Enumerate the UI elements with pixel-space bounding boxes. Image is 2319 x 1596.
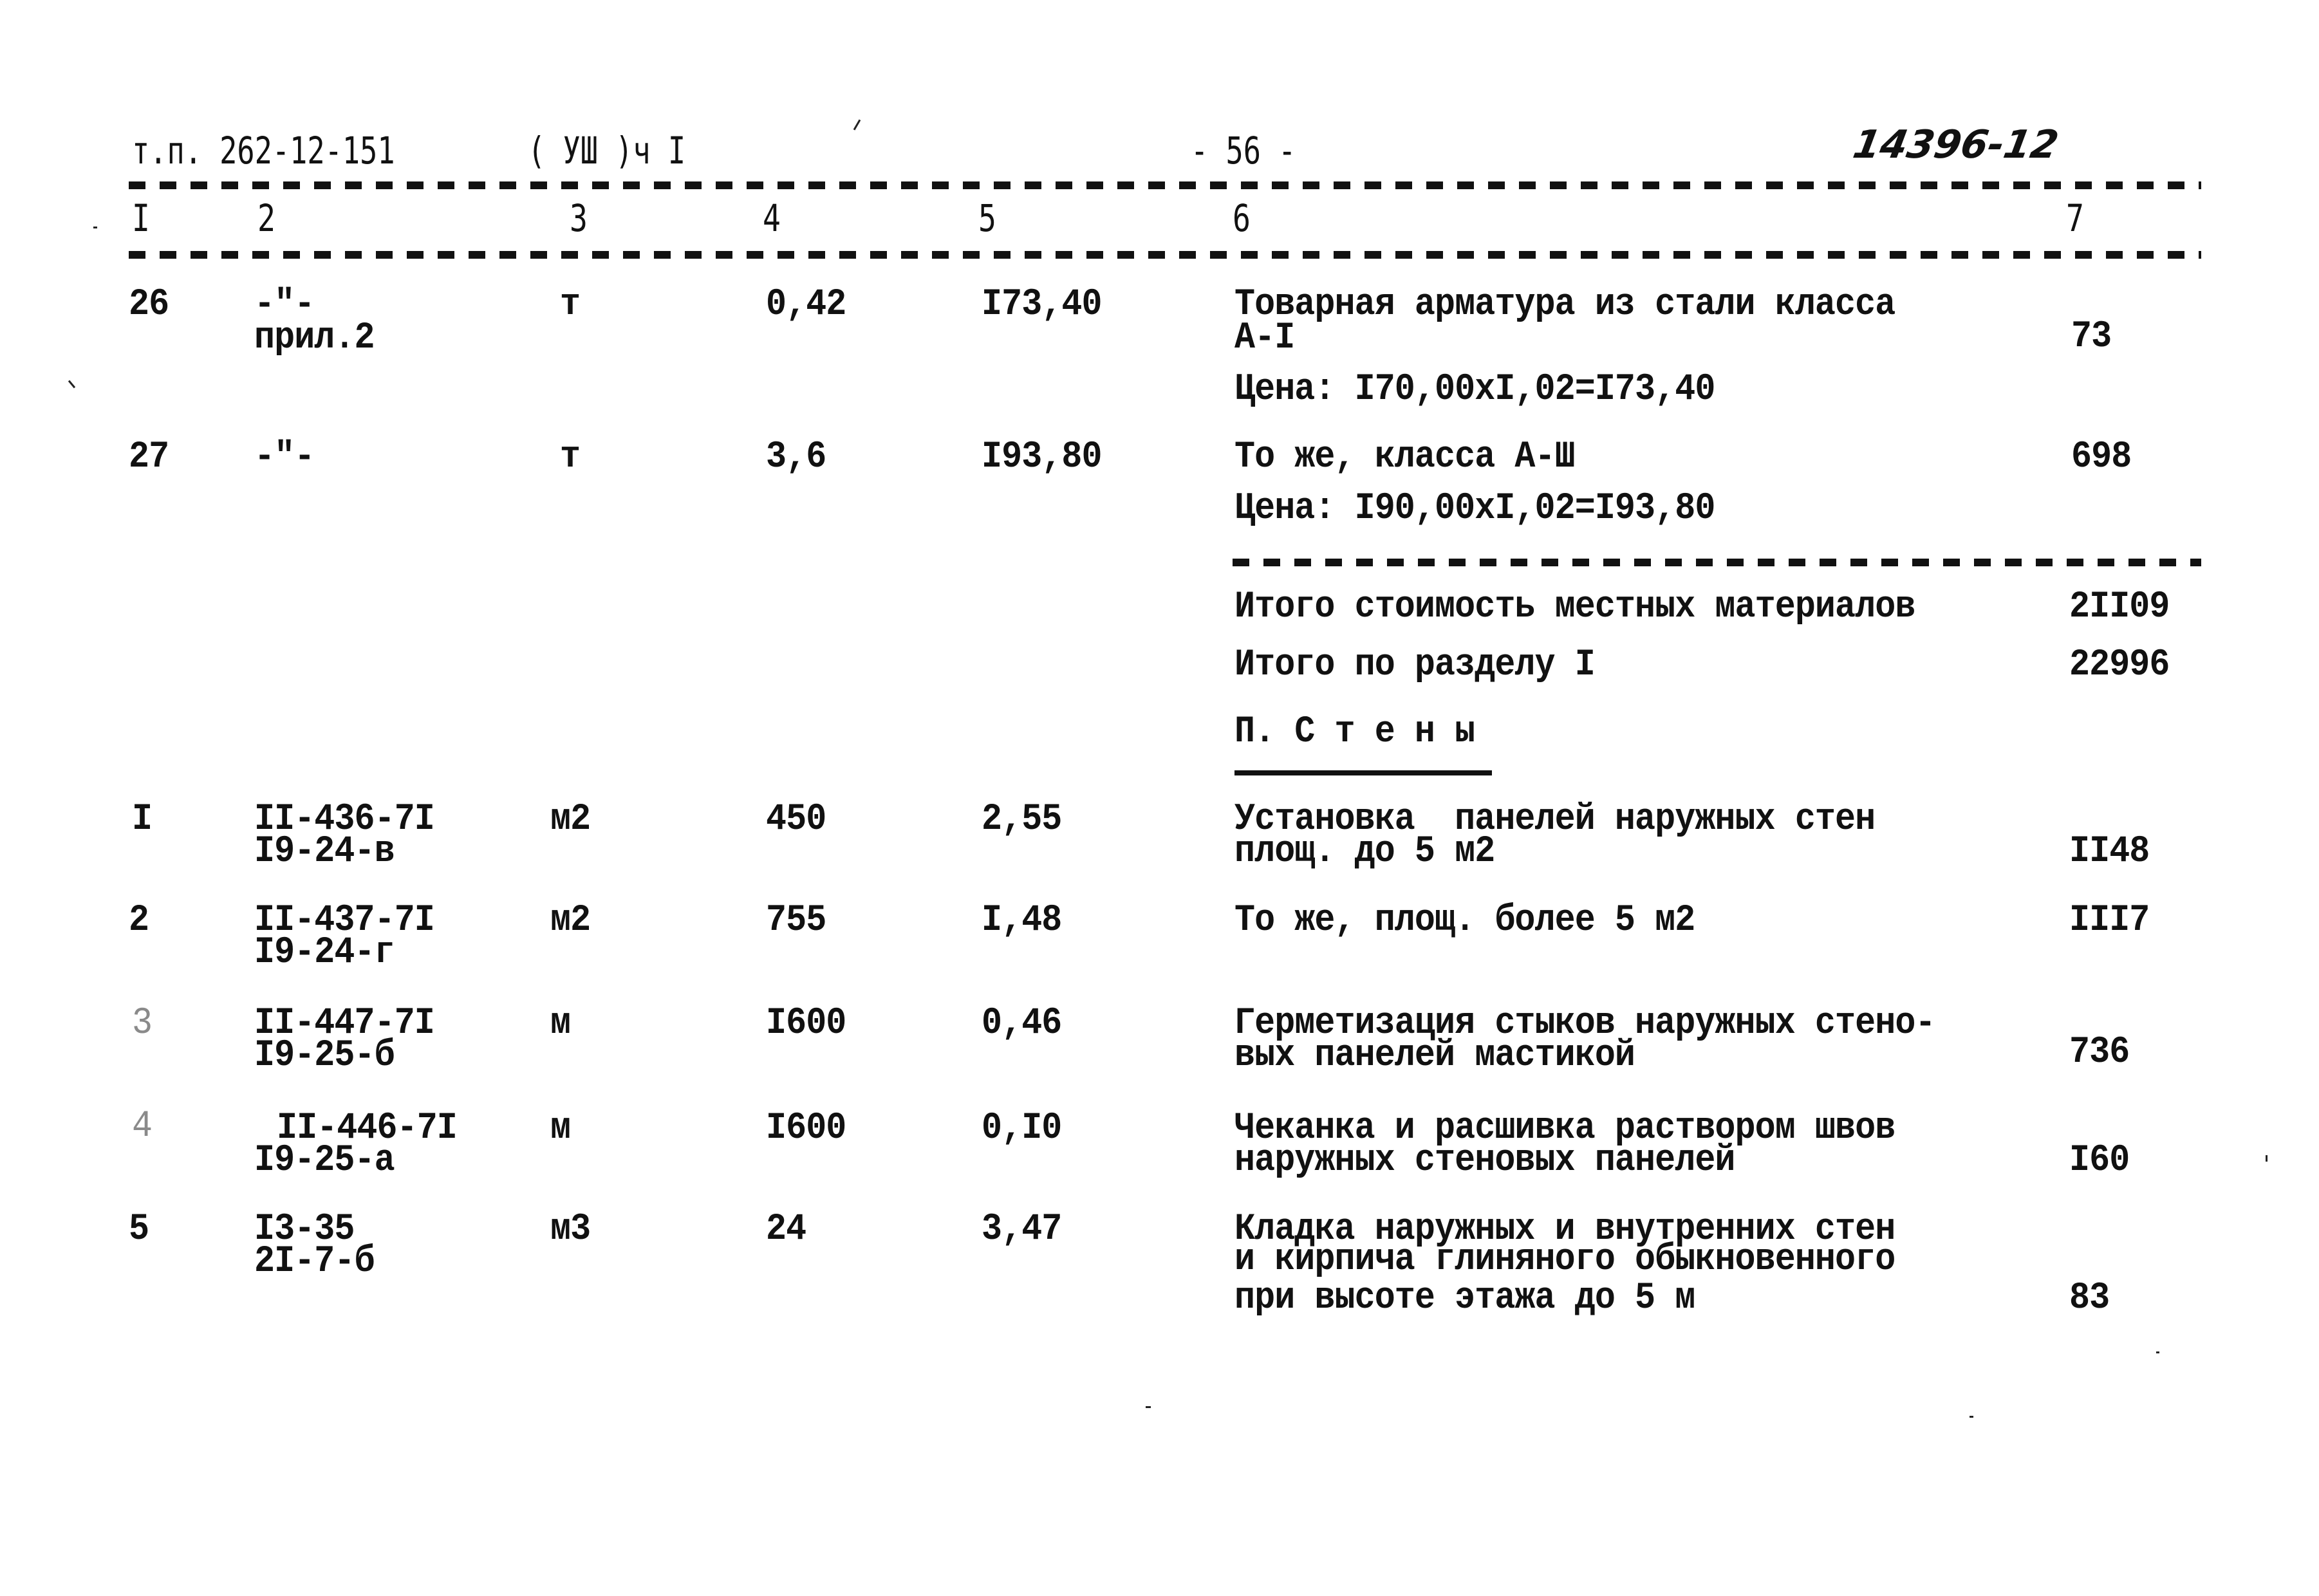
row-unit: м (550, 1108, 571, 1149)
section-marker: ( УШ )ч I (528, 129, 686, 172)
row-code: прил.2 (254, 317, 375, 359)
section-title-underline (1234, 770, 1492, 775)
row-description: наружных стеновых панелей (1234, 1140, 1735, 1182)
row-unit: м2 (550, 900, 591, 942)
row-quantity: I600 (766, 1108, 846, 1149)
row-quantity: 755 (766, 900, 826, 942)
page-number: - 56 - (1191, 129, 1296, 172)
row-total: 83 (2069, 1277, 2110, 1319)
column-number: 7 (2066, 196, 2084, 240)
row-total: 73 (2071, 316, 2112, 358)
row-total: 698 (2071, 436, 2132, 478)
row-number: 2 (129, 900, 149, 942)
row-unit-price: 2,55 (982, 799, 1062, 840)
section-title: П. С т е н ы (1234, 711, 1475, 753)
row-quantity: 3,6 (766, 436, 826, 478)
column-number: I (132, 196, 150, 240)
row-quantity: 0,42 (766, 284, 846, 326)
subtotal-value: 22996 (2069, 644, 2170, 686)
subtotal-label: Итого по разделу I (1234, 644, 1596, 686)
row-code: I9-24-в (254, 831, 395, 873)
row-unit: м3 (550, 1209, 591, 1250)
row-price-note: Цена: I90,00хI,02=I93,80 (1234, 488, 1715, 530)
row-number: 26 (129, 284, 169, 326)
subtotal-label: Итого стоимость местных материалов (1234, 586, 1915, 628)
row-description: То же, класса А-Ш (1234, 436, 1576, 478)
row-quantity: 450 (766, 799, 826, 840)
column-number: 4 (763, 196, 781, 240)
row-price-note: Цена: I70,00хI,02=I73,40 (1234, 369, 1715, 411)
row-unit-price: 3,47 (982, 1209, 1062, 1250)
row-code: I9-25-а (254, 1140, 395, 1182)
scan-speck (1146, 1406, 1151, 1408)
row-number: 4 (132, 1106, 153, 1147)
header-bottom-divider (129, 251, 2201, 259)
row-unit-price: 0,I0 (982, 1108, 1062, 1149)
row-description: при высоте этажа до 5 м (1234, 1277, 1695, 1319)
row-unit: м2 (550, 799, 591, 840)
column-number: 3 (570, 196, 588, 240)
row-description: вых панелей мастикой (1234, 1035, 1635, 1077)
scan-speck (853, 119, 861, 131)
column-number: 6 (1233, 196, 1251, 240)
header-top-divider (129, 181, 2201, 189)
row-description: А-I (1234, 317, 1295, 359)
row-number: I (132, 799, 153, 840)
row-code: I9-25-б (254, 1035, 395, 1077)
column-number: 5 (978, 196, 996, 240)
row-unit-price: 0,46 (982, 1003, 1062, 1044)
row-description: и кирпича глиняного обыкновенного (1234, 1239, 1895, 1281)
subtotal-value: 2II09 (2069, 586, 2170, 628)
row-unit-price: I,48 (982, 900, 1062, 942)
row-unit-price: I73,40 (982, 284, 1103, 326)
row-code: I9-24-г (254, 932, 395, 974)
row-number: 27 (129, 436, 169, 478)
row-description: Товарная арматура из стали класса (1234, 284, 1895, 326)
scan-speck (2156, 1351, 2159, 1353)
scan-speck (68, 380, 76, 389)
row-description: площ. до 5 м2 (1234, 831, 1495, 873)
subtotal-divider (1233, 559, 2201, 566)
row-total: III7 (2069, 900, 2150, 942)
column-number: 2 (257, 196, 275, 240)
row-unit-price: I93,80 (982, 436, 1103, 478)
row-unit: т (560, 284, 581, 326)
row-unit: м (550, 1003, 571, 1044)
handwritten-number: 14396-12 (1849, 122, 2062, 167)
row-description: То же, площ. более 5 м2 (1234, 900, 1695, 942)
scan-speck (93, 227, 97, 228)
row-unit: т (560, 436, 581, 478)
row-total: 736 (2069, 1032, 2130, 1073)
scan-speck (2266, 1155, 2268, 1162)
row-total: I60 (2069, 1140, 2130, 1182)
scan-speck (1970, 1416, 1973, 1418)
row-total: II48 (2069, 831, 2150, 873)
row-code: -"- (254, 436, 315, 478)
row-number: 5 (129, 1209, 149, 1250)
row-quantity: I600 (766, 1003, 846, 1044)
row-code: 2I-7-б (254, 1241, 375, 1283)
document-code: т.п. 262-12-151 (132, 129, 395, 172)
row-number: 3 (132, 1003, 153, 1044)
row-quantity: 24 (766, 1209, 806, 1250)
